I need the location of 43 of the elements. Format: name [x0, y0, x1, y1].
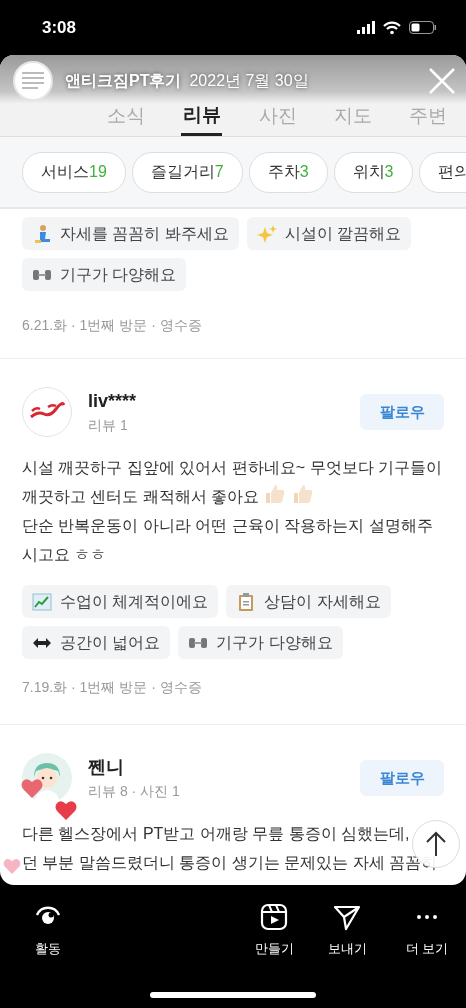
- story-title: 앤티크짐PT후기: [65, 71, 182, 91]
- tag-text: 상담이 자세해요: [264, 591, 381, 612]
- story-date: 2022년 7월 30일: [189, 71, 309, 91]
- arrow-up-icon: [425, 831, 447, 857]
- sparkle-icon: [256, 223, 277, 244]
- filter-chip[interactable]: 주차3: [248, 151, 328, 193]
- wifi-icon: [383, 20, 401, 35]
- signal-icon: [357, 21, 375, 34]
- heart-sticker: [54, 799, 78, 821]
- review-text: 던 부분 말씀드렸더니 통증이 생기는 문제있는 자세 꼼꼼히: [22, 853, 438, 873]
- visit-info: 6.21.화 · 1번째 방문 · 영수증: [22, 316, 203, 335]
- tag-text: 공간이 넓어요: [60, 632, 161, 653]
- review-text: 시설 깨끗하구 집앞에 있어서 편하네요~ 무엇보다 기구들이 깨끗하고 센터도 쾌적해서 좋아요: [22, 458, 443, 508]
- chart-icon: [32, 591, 52, 612]
- kneeling-person-icon: [32, 223, 52, 244]
- heart-sticker: [20, 777, 44, 799]
- user-stats: 리뷰 1: [88, 416, 129, 435]
- user-name: 쩬니: [88, 756, 125, 779]
- tag-text: 수업이 체계적이에요: [60, 591, 209, 612]
- user-stats: 리뷰 8 · 사진 1: [88, 782, 180, 801]
- story-avatar: [13, 61, 53, 101]
- review-text: 단순 반복운동이 아니라 어떤 근육이 작용하는지 설명해주시고요 ㅎㅎ: [22, 516, 434, 565]
- battery-icon: [409, 21, 436, 34]
- nav-item[interactable]: 보내기: [317, 903, 377, 959]
- clock: 3:08: [42, 16, 77, 39]
- tag-text: 자세를 꼼꼼히 봐주세요: [60, 223, 229, 244]
- filter-chip[interactable]: 위치3: [333, 151, 413, 193]
- nav-item[interactable]: 더 보기: [397, 903, 457, 959]
- heart-sticker: [2, 857, 22, 875]
- send-icon: [333, 903, 361, 931]
- tag-text: 시설이 깔끔해요: [284, 223, 401, 244]
- filter-chip[interactable]: 서비스19: [22, 151, 126, 193]
- tag-text: 기구가 다양해요: [216, 632, 333, 653]
- review-text: 다른 헬스장에서 PT받고 어깨랑 무릎 통증이 심했는데,: [22, 824, 410, 844]
- video-icon: [260, 903, 288, 931]
- nav-item[interactable]: 만들기: [244, 903, 304, 959]
- visit-info: 7.19.화 · 1번째 방문 · 영수증: [22, 678, 203, 697]
- tag-text: 기구가 다양해요: [60, 264, 177, 285]
- nav-item[interactable]: 활동: [18, 903, 78, 959]
- user-name: liv****: [88, 390, 137, 413]
- more-icon: [416, 914, 438, 920]
- logo-avatar: [22, 387, 72, 437]
- filter-chip[interactable]: 즐길거리7: [131, 151, 243, 193]
